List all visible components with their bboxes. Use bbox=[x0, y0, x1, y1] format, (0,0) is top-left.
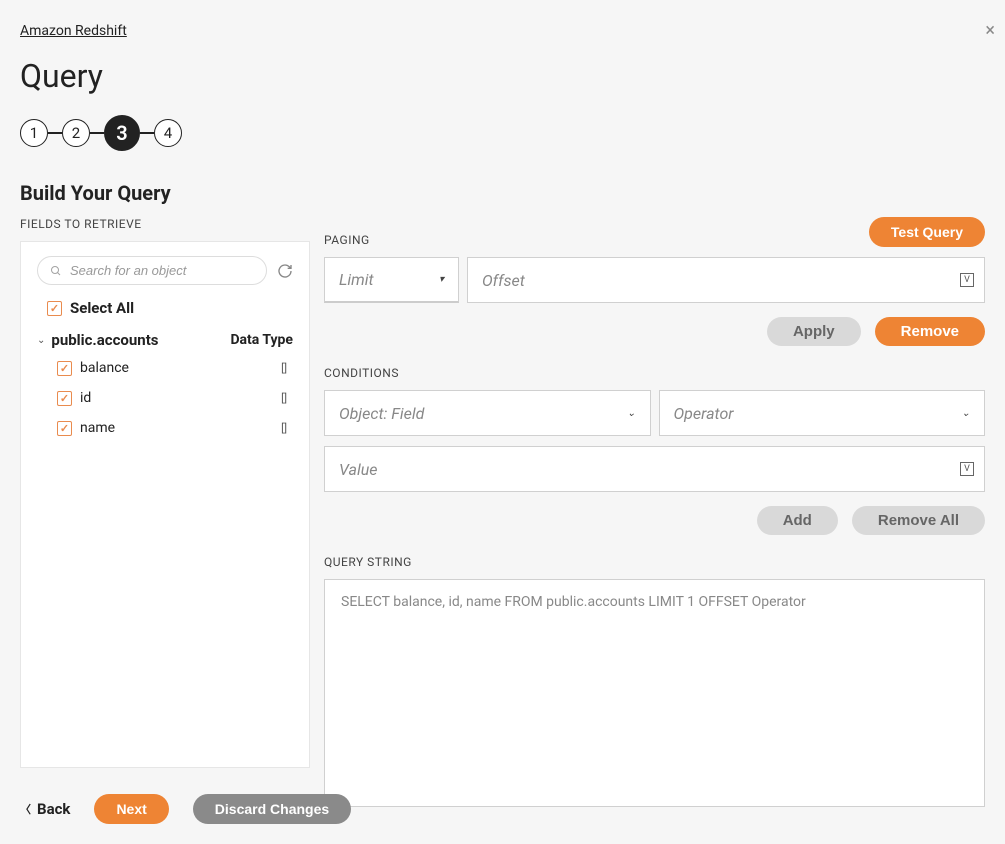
step-1[interactable]: 1 bbox=[20, 119, 48, 147]
bottom-bar: 〈 Back Next Discard Changes bbox=[20, 794, 351, 824]
query-string-label: QUERY STRING bbox=[324, 555, 985, 569]
operator-dropdown[interactable]: Operator ⌄ bbox=[659, 390, 986, 436]
variable-icon[interactable]: V bbox=[960, 462, 974, 476]
search-box[interactable] bbox=[37, 256, 267, 285]
select-all-checkbox[interactable] bbox=[47, 301, 62, 316]
remove-button[interactable]: Remove bbox=[875, 317, 985, 346]
paging-label: PAGING bbox=[324, 233, 370, 247]
table-name: public.accounts bbox=[51, 331, 158, 349]
offset-placeholder: Offset bbox=[482, 271, 525, 290]
field-row: name [] bbox=[37, 413, 293, 443]
field-name: id bbox=[80, 390, 91, 406]
data-type-header: Data Type bbox=[230, 332, 293, 348]
chevron-down-icon: ⌄ bbox=[962, 408, 970, 419]
step-2[interactable]: 2 bbox=[62, 119, 90, 147]
object-field-placeholder: Object: Field bbox=[339, 404, 424, 423]
refresh-icon[interactable] bbox=[277, 263, 293, 279]
step-3[interactable]: 3 bbox=[104, 115, 140, 151]
data-type-icon: [] bbox=[281, 362, 287, 375]
field-checkbox-balance[interactable] bbox=[57, 361, 72, 376]
chevron-down-icon: ▾ bbox=[439, 274, 444, 285]
operator-placeholder: Operator bbox=[674, 404, 734, 423]
chevron-left-icon: 〈 bbox=[20, 801, 31, 817]
data-type-icon: [] bbox=[281, 392, 287, 405]
discard-changes-button[interactable]: Discard Changes bbox=[193, 794, 351, 824]
fields-to-retrieve-label: FIELDS TO RETRIEVE bbox=[20, 217, 310, 231]
object-field-dropdown[interactable]: Object: Field ⌄ bbox=[324, 390, 651, 436]
add-button[interactable]: Add bbox=[757, 506, 838, 535]
search-icon bbox=[50, 265, 62, 277]
field-row: id [] bbox=[37, 383, 293, 413]
apply-button[interactable]: Apply bbox=[767, 317, 861, 346]
step-connector bbox=[48, 132, 62, 134]
field-name: balance bbox=[80, 360, 129, 376]
stepper: 1 2 3 4 bbox=[20, 115, 985, 151]
breadcrumb-link[interactable]: Amazon Redshift bbox=[20, 23, 127, 39]
back-label: Back bbox=[37, 800, 70, 818]
conditions-label: CONDITIONS bbox=[324, 366, 985, 380]
data-type-icon: [] bbox=[281, 422, 287, 435]
step-4[interactable]: 4 bbox=[154, 119, 182, 147]
offset-input[interactable]: Offset V bbox=[467, 257, 985, 303]
next-button[interactable]: Next bbox=[94, 794, 168, 824]
close-icon[interactable]: × bbox=[985, 20, 995, 41]
section-header: Build Your Query bbox=[20, 181, 985, 205]
variable-icon[interactable]: V bbox=[960, 273, 974, 287]
value-input[interactable]: Value V bbox=[324, 446, 985, 492]
back-button[interactable]: 〈 Back bbox=[20, 800, 70, 818]
field-checkbox-name[interactable] bbox=[57, 421, 72, 436]
fields-card: Select All ⌄ public.accounts Data Type b… bbox=[20, 241, 310, 768]
select-all-label: Select All bbox=[70, 299, 134, 317]
field-checkbox-id[interactable] bbox=[57, 391, 72, 406]
limit-placeholder: Limit bbox=[339, 270, 374, 289]
chevron-down-icon: ⌄ bbox=[627, 408, 635, 419]
field-row: balance [] bbox=[37, 353, 293, 383]
value-placeholder: Value bbox=[339, 460, 378, 479]
step-connector bbox=[90, 132, 104, 134]
chevron-down-icon: ⌄ bbox=[37, 335, 45, 346]
test-query-button[interactable]: Test Query bbox=[869, 217, 985, 247]
limit-dropdown[interactable]: Limit ▾ bbox=[324, 257, 459, 303]
search-input[interactable] bbox=[70, 263, 254, 278]
remove-all-button[interactable]: Remove All bbox=[852, 506, 985, 535]
table-toggle[interactable]: ⌄ public.accounts bbox=[37, 331, 159, 349]
step-connector bbox=[140, 132, 154, 134]
page-title: Query bbox=[20, 57, 985, 95]
field-name: name bbox=[80, 420, 115, 436]
query-string-box[interactable]: SELECT balance, id, name FROM public.acc… bbox=[324, 579, 985, 807]
